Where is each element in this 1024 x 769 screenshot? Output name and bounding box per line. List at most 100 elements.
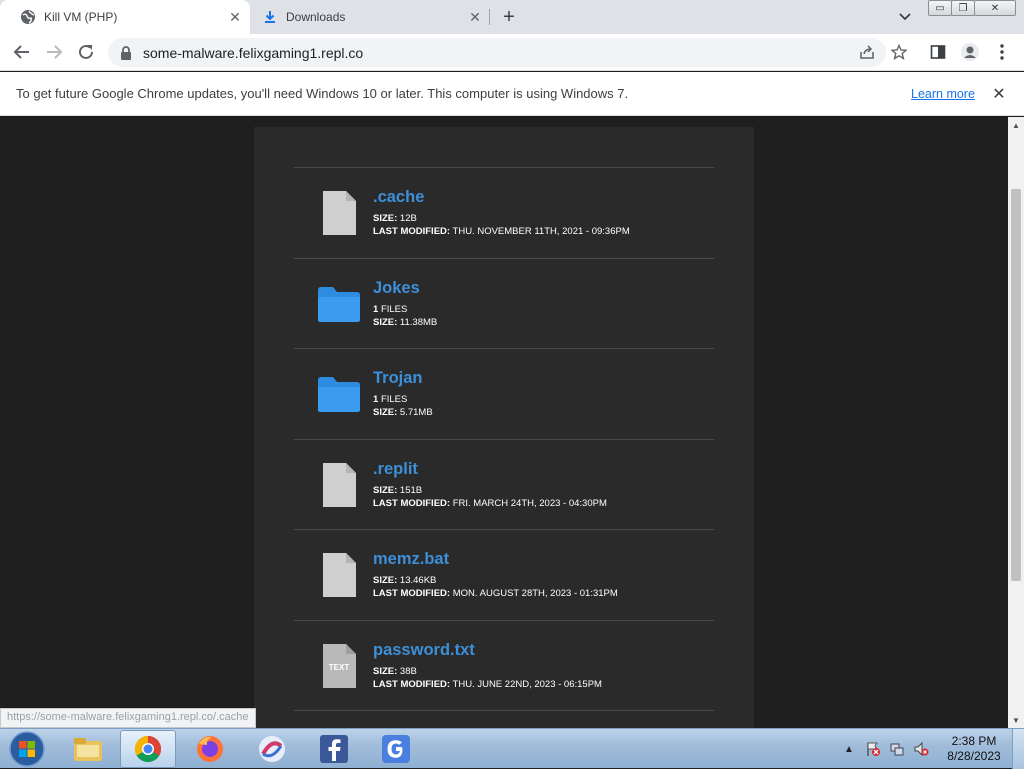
firefox-icon [197, 736, 223, 762]
file-name-link[interactable]: password.txt [373, 641, 475, 660]
close-icon[interactable]: ✕ [990, 85, 1008, 103]
scrollbar[interactable]: ▲ ▼ [1008, 117, 1024, 728]
browser-toolbar: some-malware.felixgaming1.repl.co [0, 34, 1024, 71]
meta-value: 12B [399, 213, 417, 224]
meta-label: LAST MODIFIED: [373, 497, 451, 509]
window-close-button[interactable]: ✕ [974, 0, 1016, 16]
taskbar-facebook[interactable] [306, 730, 362, 768]
chevron-up-icon[interactable]: ▲ [840, 740, 858, 758]
action-center-flag-icon[interactable] [864, 740, 882, 758]
profile-button[interactable] [958, 40, 982, 64]
meta-label: SIZE: [373, 665, 398, 677]
window-controls: ▭ ❐ ✕ [928, 0, 1016, 17]
folder-icon[interactable] [316, 279, 362, 329]
windows-taskbar: ▲ 2:38 PM 8/28/2023 [0, 728, 1024, 769]
download-icon [262, 9, 278, 25]
meta-label: LAST MODIFIED: [373, 678, 451, 690]
tab-title: Downloads [286, 10, 346, 24]
taskbar-chrome[interactable] [120, 730, 176, 768]
taskbar-google[interactable] [368, 730, 424, 768]
meta-value: THU. JUNE 22ND, 2023 - 06:15PM [452, 678, 602, 690]
meta-value: 11.38MB [399, 316, 438, 328]
restore-button[interactable]: ❐ [951, 0, 975, 16]
meta-label: 1 [373, 303, 379, 315]
file-meta: SIZE: 13.46KB LAST MODIFIED: MON. AUGUST … [373, 574, 618, 600]
file-icon[interactable] [316, 460, 362, 510]
taskbar-firefox[interactable] [182, 730, 238, 768]
minimize-button[interactable]: ▭ [928, 0, 952, 16]
system-tray: ▲ [840, 733, 936, 765]
scroll-up-arrow-icon[interactable]: ▲ [1008, 117, 1024, 133]
file-name-link[interactable]: memz.bat [373, 550, 449, 569]
file-meta: SIZE: 38B LAST MODIFIED: THU. JUNE 22ND, … [373, 665, 602, 691]
file-meta: SIZE: 151B LAST MODIFIED: FRI. MARCH 24TH… [373, 484, 607, 510]
explorer-icon [74, 738, 102, 761]
forward-button[interactable] [42, 40, 66, 64]
meta-label: SIZE: [373, 213, 398, 224]
close-icon[interactable]: ✕ [226, 8, 244, 26]
share-icon[interactable] [856, 41, 878, 63]
address-bar[interactable]: some-malware.felixgaming1.repl.co [108, 38, 907, 67]
tab-search-button[interactable] [896, 8, 914, 26]
close-icon[interactable]: ✕ [466, 8, 484, 26]
file-list: .cache SIZE: 12B LAST MODIFIED: THU. NOVEM… [294, 167, 714, 711]
infobar-message: To get future Google Chrome updates, you… [16, 86, 629, 101]
file-listing-panel: .cache SIZE: 12B LAST MODIFIED: THU. NOVEM… [254, 127, 754, 728]
file-icon[interactable] [316, 188, 362, 238]
menu-button[interactable] [990, 40, 1014, 64]
meta-value: MON. AUGUST 28TH, 2023 - 01:31PM [452, 588, 618, 599]
text-file-icon-label: TEXT [328, 662, 350, 672]
new-tab-button[interactable]: + [498, 6, 520, 28]
url-text: some-malware.felixgaming1.repl.co [143, 44, 364, 61]
file-meta: 1 FILES SIZE: 5.71MB [373, 393, 433, 419]
tab-strip: Kill VM (PHP) ✕ Downloads ✕ + ▭ ❐ ✕ [0, 0, 1024, 34]
reload-button[interactable] [74, 40, 98, 64]
folder-icon[interactable] [316, 369, 362, 419]
update-infobar: To get future Google Chrome updates, you… [0, 72, 1024, 116]
tab-downloads[interactable]: Downloads ✕ [250, 0, 490, 34]
scrollbar-thumb[interactable] [1011, 189, 1021, 581]
side-panel-button[interactable] [926, 40, 950, 64]
browser-icon [259, 736, 285, 762]
lock-icon[interactable] [120, 45, 134, 60]
bookmark-star-icon[interactable] [888, 41, 910, 63]
meta-label: SIZE: [373, 407, 398, 418]
meta-label: SIZE: [373, 575, 398, 586]
chevron-down-icon [899, 13, 911, 21]
list-item[interactable]: Trojan 1 FILES SIZE: 5.71MB [294, 349, 714, 440]
taskbar-browser[interactable] [244, 730, 300, 768]
meta-value: 151B [399, 484, 423, 496]
arrow-right-icon [47, 45, 63, 59]
meta-value: THU. NOVEMBER 11TH, 2021 - 09:36PM [452, 226, 630, 237]
list-item[interactable]: .cache SIZE: 12B LAST MODIFIED: THU. NOVEM… [294, 168, 714, 259]
start-button[interactable] [4, 730, 50, 768]
volume-muted-icon[interactable] [912, 740, 930, 758]
tab-kill-vm[interactable]: Kill VM (PHP) ✕ [0, 0, 250, 34]
clock-date: 8/28/2023 [947, 749, 1001, 763]
page-viewport: .cache SIZE: 12B LAST MODIFIED: THU. NOVEM… [0, 117, 1008, 728]
network-icon[interactable] [888, 740, 906, 758]
file-name-link[interactable]: .cache [373, 188, 424, 207]
arrow-left-icon [13, 45, 29, 59]
file-icon[interactable] [316, 550, 362, 600]
taskbar-clock[interactable]: 2:38 PM 8/28/2023 [942, 734, 1006, 764]
scroll-down-arrow-icon[interactable]: ▼ [1008, 712, 1024, 728]
list-item[interactable]: memz.bat SIZE: 13.46KB LAST MODIFIED: MON.… [294, 530, 714, 621]
file-name-link[interactable]: Trojan [373, 369, 423, 388]
learn-more-link[interactable]: Learn more [911, 87, 975, 101]
back-button[interactable] [10, 40, 34, 64]
text-file-icon[interactable]: TEXT [316, 641, 362, 691]
file-name-link[interactable]: Jokes [373, 279, 420, 298]
kebab-menu-icon [1000, 44, 1004, 60]
file-name-link[interactable]: .replit [373, 460, 418, 479]
meta-value: FILES [380, 303, 408, 315]
clock-time: 2:38 PM [951, 734, 997, 748]
show-desktop-button[interactable] [1012, 729, 1024, 769]
meta-label: SIZE: [373, 316, 398, 328]
meta-value: FRI. MARCH 24TH, 2023 - 04:30PM [452, 497, 607, 509]
list-item[interactable]: TEXT password.txt SIZE: 38B LAST MODIFIED: … [294, 621, 714, 711]
globe-icon [20, 9, 36, 25]
taskbar-explorer[interactable] [60, 730, 116, 768]
list-item[interactable]: Jokes 1 FILES SIZE: 11.38MB [294, 259, 714, 349]
list-item[interactable]: .replit SIZE: 151B LAST MODIFIED: FRI. MAR… [294, 440, 714, 530]
